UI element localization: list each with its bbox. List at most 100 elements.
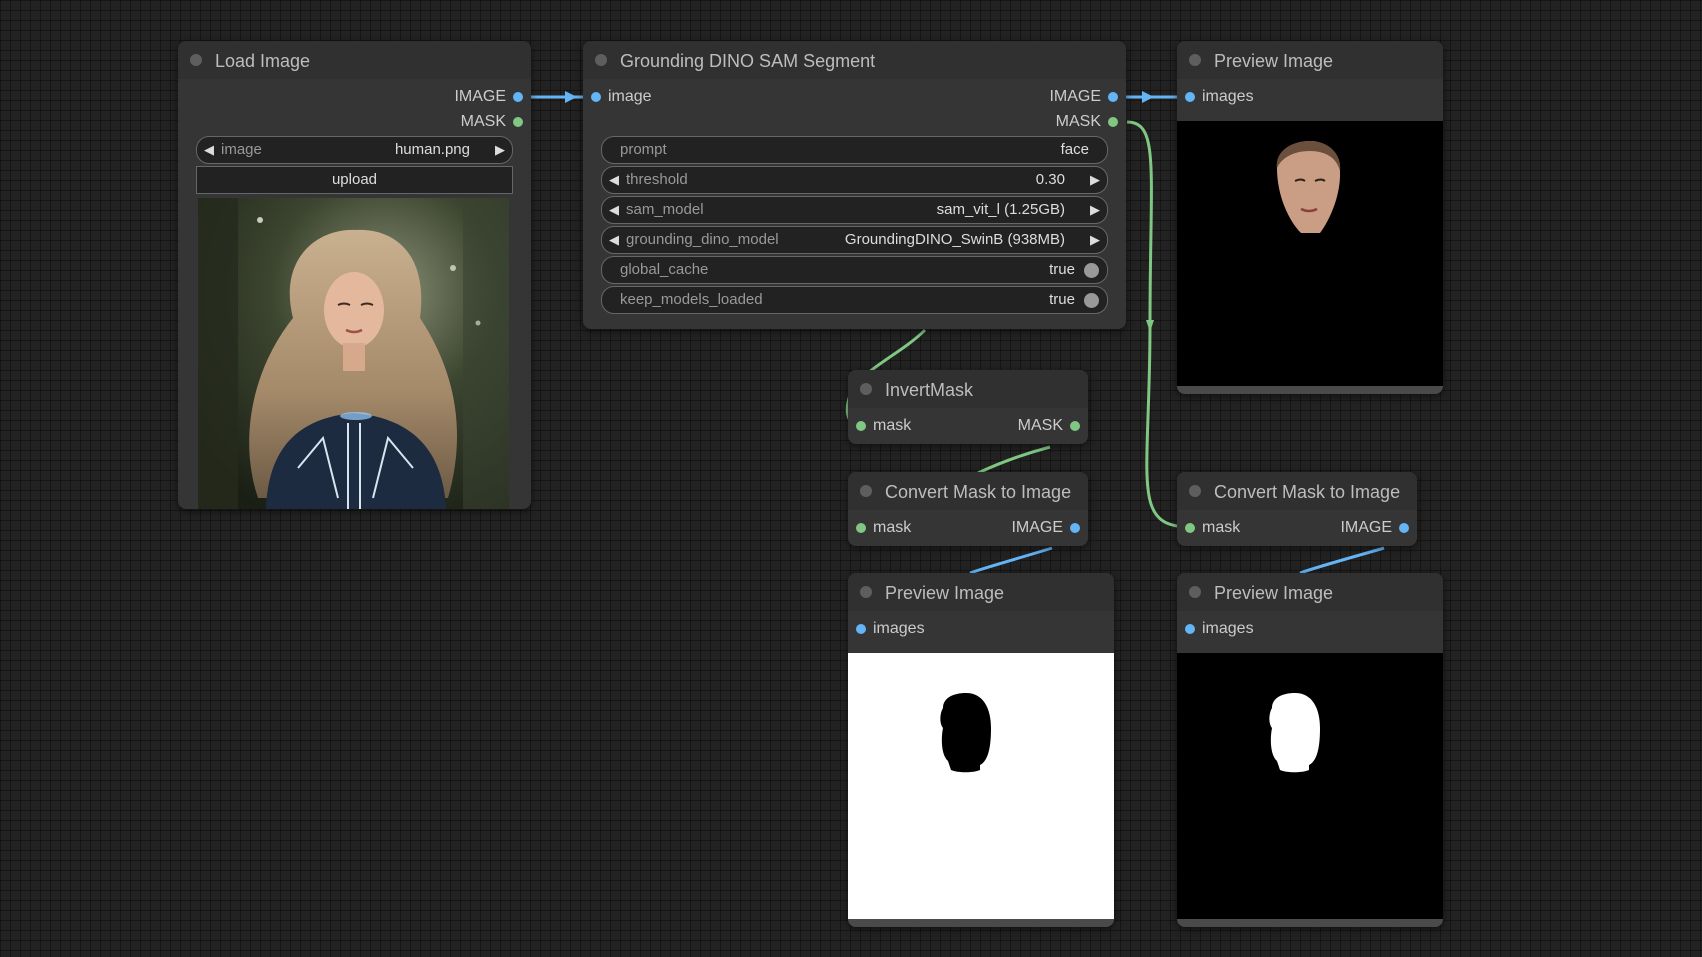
widget-label: prompt xyxy=(620,141,667,158)
node-title-bar[interactable]: Convert Mask to Image xyxy=(1177,472,1417,510)
arrow-right-icon[interactable]: ▶ xyxy=(495,137,505,163)
node-title: InvertMask xyxy=(885,380,974,400)
input-dot-icon[interactable] xyxy=(856,523,866,533)
toggle-knob-icon[interactable] xyxy=(1084,293,1099,308)
input-dot-icon[interactable] xyxy=(1185,523,1195,533)
output-dot-icon[interactable] xyxy=(1070,523,1080,533)
upload-button[interactable]: upload xyxy=(196,166,513,194)
input-images-slot[interactable]: images xyxy=(1177,86,1297,108)
arrow-left-icon[interactable]: ◀ xyxy=(609,197,619,223)
load-image-node[interactable]: Load Image IMAGE MASK ◀ image human.png … xyxy=(178,41,531,509)
node-title-bar[interactable]: Convert Mask to Image xyxy=(848,472,1088,510)
widget-label: grounding_dino_model xyxy=(626,231,779,248)
link-arrow-icon xyxy=(1146,320,1154,332)
output-image-slot[interactable]: IMAGE xyxy=(411,86,531,108)
input-dot-icon[interactable] xyxy=(1185,92,1195,102)
arrow-right-icon[interactable]: ▶ xyxy=(1090,227,1100,253)
output-dot-icon[interactable] xyxy=(1108,117,1118,127)
node-title-bar[interactable]: Preview Image xyxy=(848,573,1114,611)
collapse-dot-icon[interactable] xyxy=(860,485,872,497)
slot-label: mask xyxy=(873,417,912,434)
collapse-dot-icon[interactable] xyxy=(1189,485,1201,497)
input-images-slot[interactable]: images xyxy=(848,618,968,640)
collapse-dot-icon[interactable] xyxy=(860,586,872,598)
preview-image-output xyxy=(1177,653,1443,919)
toggle-knob-icon[interactable] xyxy=(1084,263,1099,278)
output-dot-icon[interactable] xyxy=(513,92,523,102)
inverted-mask-image xyxy=(940,693,991,773)
input-dot-icon[interactable] xyxy=(856,624,866,634)
widget-label: threshold xyxy=(626,171,688,188)
input-dot-icon[interactable] xyxy=(1185,624,1195,634)
grounding-dino-sam-node[interactable]: Grounding DINO SAM Segment image IMAGE M… xyxy=(583,41,1126,329)
convert-mask-to-image-node-right[interactable]: Convert Mask to Image mask IMAGE xyxy=(1177,472,1417,546)
arrow-left-icon[interactable]: ◀ xyxy=(204,137,214,163)
preview-footer xyxy=(1177,919,1443,927)
output-image-slot[interactable]: IMAGE xyxy=(988,517,1088,539)
threshold-stepper[interactable]: ◀ threshold 0.30 ▶ xyxy=(601,166,1108,194)
link-arrow-icon xyxy=(1142,91,1154,103)
node-title-bar[interactable]: Grounding DINO SAM Segment xyxy=(583,41,1126,79)
arrow-right-icon[interactable]: ▶ xyxy=(1090,167,1100,193)
link-convert-left-to-preview xyxy=(969,546,1053,575)
collapse-dot-icon[interactable] xyxy=(1189,54,1201,66)
input-images-slot[interactable]: images xyxy=(1177,618,1297,640)
slot-label: IMAGE xyxy=(454,88,506,105)
widget-value: sam_vit_l (1.25GB) xyxy=(936,201,1065,218)
global-cache-toggle[interactable]: global_cache true xyxy=(601,256,1108,284)
input-dot-icon[interactable] xyxy=(591,92,601,102)
preview-image-node-left[interactable]: Preview Image images xyxy=(848,573,1114,927)
prompt-input[interactable]: prompt face xyxy=(601,136,1108,164)
slot-label: images xyxy=(1202,88,1254,105)
slot-label: MASK xyxy=(460,113,506,130)
slot-label: images xyxy=(873,620,925,637)
output-mask-slot[interactable]: MASK xyxy=(1006,111,1126,133)
output-mask-slot[interactable]: MASK xyxy=(988,415,1088,437)
image-select-widget[interactable]: ◀ image human.png ▶ xyxy=(196,136,513,164)
collapse-dot-icon[interactable] xyxy=(1189,586,1201,598)
input-image-slot[interactable]: image xyxy=(583,86,703,108)
preview-image-node-top[interactable]: Preview Image images xyxy=(1177,41,1443,394)
invert-mask-node[interactable]: InvertMask mask MASK xyxy=(848,370,1088,444)
node-title-bar[interactable]: Preview Image xyxy=(1177,573,1443,611)
preview-footer xyxy=(848,919,1114,927)
collapse-dot-icon[interactable] xyxy=(190,54,202,66)
widget-label: sam_model xyxy=(626,201,704,218)
arrow-left-icon[interactable]: ◀ xyxy=(609,227,619,253)
convert-mask-to-image-node-left[interactable]: Convert Mask to Image mask IMAGE xyxy=(848,472,1088,546)
arrow-left-icon[interactable]: ◀ xyxy=(609,167,619,193)
preview-footer xyxy=(1177,386,1443,394)
node-title-bar[interactable]: InvertMask xyxy=(848,370,1088,408)
preview-image-output xyxy=(1177,121,1443,386)
output-dot-icon[interactable] xyxy=(1070,421,1080,431)
node-title-bar[interactable]: Preview Image xyxy=(1177,41,1443,79)
output-mask-slot[interactable]: MASK xyxy=(411,111,531,133)
input-mask-slot[interactable]: mask xyxy=(848,415,948,437)
widget-value: human.png xyxy=(394,141,470,158)
node-title-bar[interactable]: Load Image xyxy=(178,41,531,79)
output-image-slot[interactable]: IMAGE xyxy=(1006,86,1126,108)
slot-label: IMAGE xyxy=(1340,519,1392,536)
widget-value: 0.30 xyxy=(1035,171,1065,188)
input-mask-slot[interactable]: mask xyxy=(1177,517,1277,539)
widget-label: image xyxy=(221,141,262,158)
input-dot-icon[interactable] xyxy=(856,421,866,431)
node-title: Preview Image xyxy=(1214,51,1334,71)
slot-label: MASK xyxy=(1055,113,1101,130)
output-dot-icon[interactable] xyxy=(513,117,523,127)
keep-models-loaded-toggle[interactable]: keep_models_loaded true xyxy=(601,286,1108,314)
sam-model-select[interactable]: ◀ sam_model sam_vit_l (1.25GB) ▶ xyxy=(601,196,1108,224)
grounding-dino-model-select[interactable]: ◀ grounding_dino_model GroundingDINO_Swi… xyxy=(601,226,1108,254)
collapse-dot-icon[interactable] xyxy=(595,54,607,66)
input-mask-slot[interactable]: mask xyxy=(848,517,948,539)
widget-label: global_cache xyxy=(620,261,709,278)
node-title: Preview Image xyxy=(1214,583,1334,603)
output-dot-icon[interactable] xyxy=(1108,92,1118,102)
output-image-slot[interactable]: IMAGE xyxy=(1317,517,1417,539)
output-dot-icon[interactable] xyxy=(1399,523,1409,533)
slot-label: mask xyxy=(1202,519,1241,536)
collapse-dot-icon[interactable] xyxy=(860,383,872,395)
preview-image-output xyxy=(848,653,1114,919)
preview-image-node-right[interactable]: Preview Image images xyxy=(1177,573,1443,927)
arrow-right-icon[interactable]: ▶ xyxy=(1090,197,1100,223)
